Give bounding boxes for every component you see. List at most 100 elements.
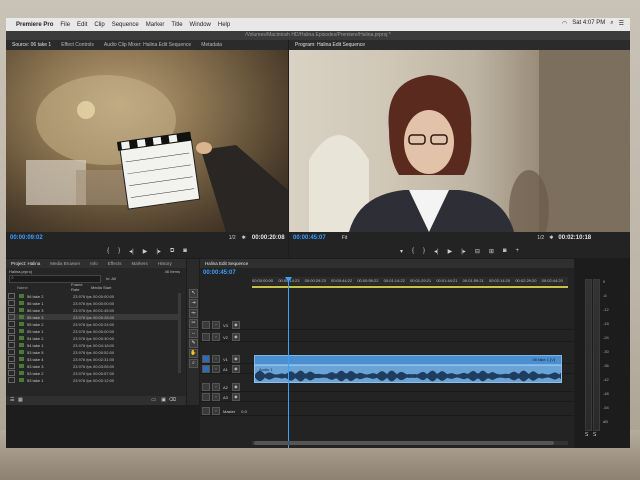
project-row[interactable]: 56 take 2 23.976 fps 00:00:00:00 xyxy=(8,293,180,299)
selection-tool-icon[interactable]: ↖ xyxy=(189,289,198,298)
project-row[interactable]: 55 take 1 23.976 fps 00:00:00:00 xyxy=(8,328,180,334)
program-fit-select[interactable]: Fit xyxy=(342,235,348,241)
a1-clip[interactable]: Audio 1 xyxy=(254,365,562,383)
project-row[interactable]: 53 take 5 23.976 fps 00:00:52:00 xyxy=(8,349,180,355)
source-patch-button[interactable] xyxy=(202,321,210,329)
col-media-start[interactable]: Media Start xyxy=(91,285,113,290)
project-row[interactable]: 56 take 1 23.976 fps 00:00:00:00 xyxy=(8,300,180,306)
row-checkbox[interactable] xyxy=(8,328,15,334)
tab-audio-mixer[interactable]: Audio Clip Mixer: Halina Edit Sequence xyxy=(104,42,191,48)
project-row[interactable]: 53 take 3 23.976 fps 00:03:05:00 xyxy=(8,363,180,369)
toggle-output-icon[interactable]: ◉ xyxy=(231,383,240,391)
row-checkbox[interactable] xyxy=(8,342,15,348)
wrench-icon[interactable]: ✱ xyxy=(242,235,246,241)
track-header[interactable]: ▫ V1 ◉ xyxy=(200,355,252,363)
menu-help[interactable]: Help xyxy=(218,22,230,28)
track-header[interactable]: ▫ A2 ◉ xyxy=(200,383,252,391)
playhead[interactable] xyxy=(288,277,289,448)
track-header[interactable]: ▫ Master 0.0 xyxy=(200,407,252,415)
list-view-icon[interactable]: ☰ xyxy=(10,397,14,403)
program-timecode[interactable]: 00:00:45:07 xyxy=(293,235,326,241)
lock-icon[interactable]: ▫ xyxy=(212,365,220,373)
delete-icon[interactable]: ⌫ xyxy=(169,397,176,403)
source-patch-button[interactable] xyxy=(202,365,210,373)
project-row[interactable]: 55 take 2 23.976 fps 00:02:24:00 xyxy=(8,321,180,327)
toggle-output-icon[interactable]: ◉ xyxy=(231,321,240,329)
row-checkbox[interactable] xyxy=(8,363,15,369)
step-forward-icon[interactable]: |▸ xyxy=(156,248,161,255)
menubar-clock[interactable]: Sat 4:07 PM xyxy=(572,20,605,27)
program-step-back-icon[interactable]: ◂| xyxy=(434,248,439,255)
row-checkbox[interactable] xyxy=(8,349,15,355)
tab-program[interactable]: Program: Halina Edit Sequence xyxy=(295,42,365,48)
extract-icon[interactable]: ⊞ xyxy=(489,248,494,255)
add-button-icon[interactable]: + xyxy=(516,248,520,254)
in-filter[interactable]: In: All xyxy=(106,276,116,281)
mark-out-icon[interactable]: } xyxy=(118,248,120,254)
search-icon[interactable]: ⌕ xyxy=(610,20,613,27)
menu-marker[interactable]: Marker xyxy=(146,22,165,28)
lock-icon[interactable]: ▫ xyxy=(212,383,220,391)
menu-file[interactable]: File xyxy=(60,22,70,28)
new-bin-icon[interactable]: ▭ xyxy=(151,397,156,403)
menu-sequence[interactable]: Sequence xyxy=(112,22,139,28)
menu-list-icon[interactable]: ☰ xyxy=(619,20,624,27)
lock-icon[interactable]: ▫ xyxy=(212,407,220,415)
source-patch-button[interactable] xyxy=(202,407,210,415)
lift-icon[interactable]: ⊟ xyxy=(475,248,480,255)
project-row[interactable]: 53 take 1 23.976 fps 00:02:12:00 xyxy=(8,377,180,383)
col-frame-rate[interactable]: Frame Rate xyxy=(71,282,91,292)
toggle-output-icon[interactable]: ◉ xyxy=(231,365,240,373)
play-icon[interactable]: ▶ xyxy=(143,248,148,255)
source-patch-button[interactable] xyxy=(202,383,210,391)
menu-clip[interactable]: Clip xyxy=(94,22,104,28)
toggle-output-icon[interactable]: ◉ xyxy=(231,393,240,401)
project-row[interactable]: 55 take 3 23.976 fps 00:00:28:00 xyxy=(8,314,180,320)
master-volume[interactable]: 0.0 xyxy=(241,409,247,414)
project-row[interactable]: 54 take 2 23.976 fps 00:00:30:00 xyxy=(8,335,180,341)
v1-clip[interactable]: 06 take 1 [V] xyxy=(254,355,562,365)
icon-view-icon[interactable]: ▦ xyxy=(18,397,23,403)
tab-effects[interactable]: Effects xyxy=(108,261,122,266)
row-checkbox[interactable] xyxy=(8,356,15,362)
tab-source[interactable]: Source: 06 take 1 xyxy=(12,42,51,48)
source-monitor[interactable] xyxy=(6,50,288,232)
menu-title[interactable]: Title xyxy=(171,22,182,28)
tab-info[interactable]: Info xyxy=(90,261,98,266)
program-mark-out-icon[interactable]: { xyxy=(412,248,414,254)
tab-history[interactable]: History xyxy=(158,261,172,266)
tab-markers[interactable]: Markers xyxy=(131,261,147,266)
row-checkbox[interactable] xyxy=(8,335,15,341)
razor-tool-icon[interactable]: ✂ xyxy=(189,319,198,328)
track-header[interactable]: ▫ V3 ◉ xyxy=(200,321,252,329)
program-play-icon[interactable]: ▶ xyxy=(448,248,453,255)
tab-metadata[interactable]: Metadata xyxy=(201,42,222,48)
project-row[interactable]: 53 take 2 23.976 fps 00:00:57:00 xyxy=(8,370,180,376)
project-row[interactable]: 56 take 3 23.976 fps 00:01:45:00 xyxy=(8,307,180,313)
menu-edit[interactable]: Edit xyxy=(77,22,87,28)
work-area-bar[interactable] xyxy=(252,286,568,288)
lock-icon[interactable]: ▫ xyxy=(212,321,220,329)
tab-effect-controls[interactable]: Effect Controls xyxy=(61,42,94,48)
tab-project[interactable]: Project: Halina xyxy=(11,261,40,266)
row-checkbox[interactable] xyxy=(8,370,15,376)
row-checkbox[interactable] xyxy=(8,293,15,299)
pen-tool-icon[interactable]: ✎ xyxy=(189,339,198,348)
toggle-output-icon[interactable]: ◉ xyxy=(231,333,240,341)
export-frame-icon[interactable]: ◙ xyxy=(503,248,507,254)
program-step-forward-icon[interactable]: |▸ xyxy=(461,248,466,255)
program-zoom-select[interactable]: 1/2 xyxy=(537,235,544,241)
insert-icon[interactable]: ⧉ xyxy=(170,248,174,255)
tab-sequence[interactable]: Halina Edit Sequence xyxy=(205,261,248,266)
lock-icon[interactable]: ▫ xyxy=(212,393,220,401)
ripple-tool-icon[interactable]: ⟛ xyxy=(189,309,198,318)
wifi-icon[interactable]: ◠ xyxy=(562,20,567,27)
timeline-timecode[interactable]: 00:00:45:07 xyxy=(203,270,236,276)
menu-window[interactable]: Window xyxy=(190,22,211,28)
source-fit-select[interactable]: 1/2 xyxy=(229,235,236,241)
timeline-h-scrollbar[interactable] xyxy=(252,441,568,445)
row-checkbox[interactable] xyxy=(8,314,15,320)
program-wrench-icon[interactable]: ✱ xyxy=(549,235,553,241)
program-monitor[interactable] xyxy=(289,50,630,232)
track-header[interactable]: ▫ V2 ◉ xyxy=(200,333,252,341)
